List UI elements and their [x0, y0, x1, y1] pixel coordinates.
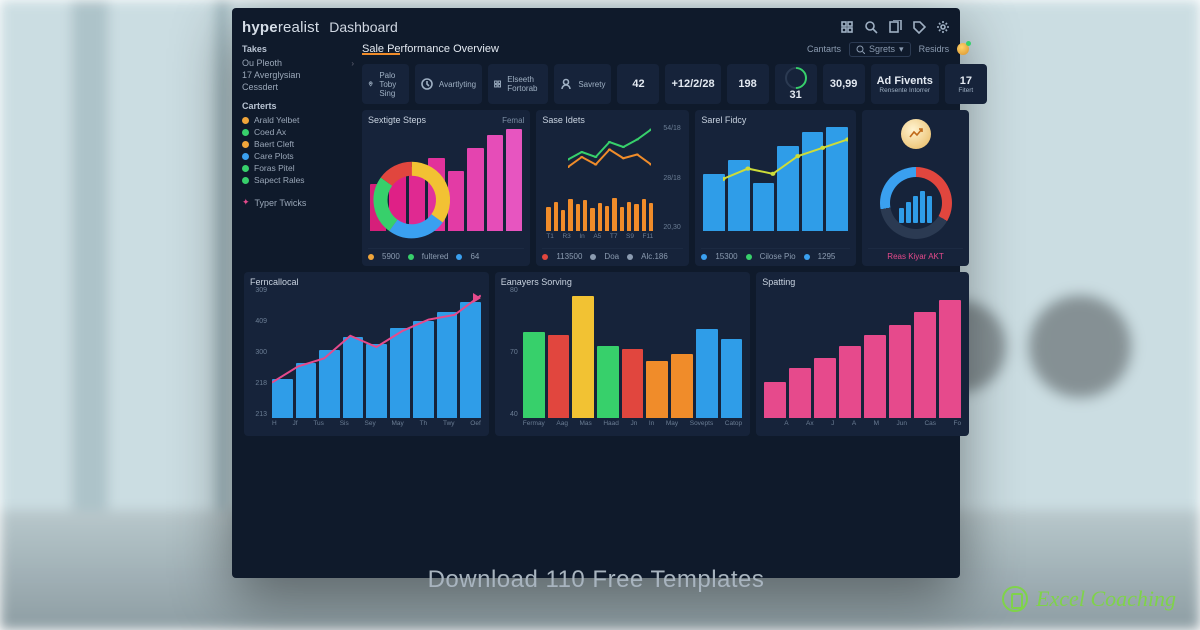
- legend-dot-icon: [242, 177, 249, 184]
- chart-pinkbars: AAxJAMJunCasFo: [762, 287, 963, 432]
- sidebar-item[interactable]: Ou Pleoth›: [242, 57, 354, 69]
- legend-item[interactable]: Sapect Rales: [242, 174, 354, 186]
- panel-footer: Reas Kiyar AKT: [868, 248, 963, 262]
- legend-item[interactable]: Baert Cleft: [242, 138, 354, 150]
- top-icon-group: [840, 20, 950, 34]
- brand-prefix: hype: [242, 19, 278, 36]
- panel-footer: 113500DoaAlc.186: [542, 248, 683, 262]
- legend-dot-icon: [242, 153, 249, 160]
- panel-ferncallocal: Ferncallocal 309409300218213HJfTusSisSey…: [244, 272, 489, 436]
- legend-item[interactable]: Coed Ax: [242, 126, 354, 138]
- legend-dot-icon: [242, 117, 249, 124]
- dot-icon: [804, 254, 810, 260]
- main-pane: Sale Performance Overview Cantarts Sgret…: [362, 40, 969, 570]
- panel-gauge: Reas Kiyar AKT: [862, 110, 969, 266]
- sidebar-section-legend: Carterts Arald YelbetCoed AxBaert CleftC…: [242, 97, 354, 186]
- search-icon: [856, 45, 865, 54]
- chevron-right-icon: ›: [351, 59, 354, 68]
- dot-icon: [627, 254, 633, 260]
- search-pill[interactable]: Sgrets ▾: [849, 42, 911, 57]
- panel-footer: 15300Cilose Pio1295: [701, 248, 850, 262]
- sidebar-section-takes: Takes Ou Pleoth› 17 Averglysian Cessdert: [242, 40, 354, 93]
- badge-icon: [901, 119, 931, 149]
- chart-bars-donut: [368, 125, 524, 245]
- dot-icon: [701, 254, 707, 260]
- chart-combo: [701, 125, 850, 245]
- download-banner[interactable]: Download 110 Free Templates: [232, 566, 960, 594]
- sub-header: Sale Performance Overview Cantarts Sgret…: [362, 40, 969, 58]
- sidebar-footer-item[interactable]: ✦ Typer Twicks: [242, 196, 354, 209]
- kpi-card[interactable]: 42: [617, 64, 659, 104]
- copy-icon[interactable]: [888, 20, 902, 34]
- settings-icon[interactable]: [936, 20, 950, 34]
- top-bar: hyperealist Dashboard: [242, 14, 950, 40]
- legend-item[interactable]: Foras Pitel: [242, 162, 354, 174]
- sidebar-item[interactable]: Cessdert: [242, 81, 354, 93]
- pin-icon: [368, 78, 373, 90]
- kpi-card[interactable]: Avartlyting: [415, 64, 482, 104]
- legend-item[interactable]: Arald Yelbet: [242, 114, 354, 126]
- user-icon: [560, 78, 572, 90]
- sidebar-heading: Takes: [242, 44, 354, 54]
- legend-dot-icon: [242, 129, 249, 136]
- panel-sase-idets: Sase Idets 54/1828/1820,30T1R3InA5T7S9F1…: [536, 110, 689, 266]
- dot-icon: [590, 254, 596, 260]
- header-link[interactable]: Residrs: [919, 44, 950, 54]
- panel-sextigte-steps: Sextigte StepsFemal 5900fultered64: [362, 110, 530, 266]
- kpi-card[interactable]: 17Fitert: [945, 64, 987, 104]
- arrow-icon: [473, 293, 481, 303]
- kpi-card[interactable]: Savrety: [554, 64, 611, 104]
- page-title: Dashboard: [329, 19, 398, 35]
- panel-sarel-fidcy: Sarel Fidcy 15300Cilose Pio1295: [695, 110, 856, 266]
- kpi-card[interactable]: Palo Toby Sing: [362, 64, 409, 104]
- chart-gauge: [868, 115, 963, 245]
- brand-logo: hyperealist: [242, 19, 319, 36]
- panel-eanayers: Eanayers Sorving 807040FermayAagMasHaadJ…: [495, 272, 750, 436]
- kpi-card[interactable]: 30,99: [823, 64, 865, 104]
- kpi-card[interactable]: 198: [727, 64, 769, 104]
- brand-suffix: realist: [278, 19, 319, 36]
- chart-lines: 54/1828/1820,30T1R3InA5T7S9F11: [542, 125, 683, 245]
- chart-row-bottom: Ferncallocal 309409300218213HJfTusSisSey…: [244, 272, 969, 436]
- gauge-icon: [780, 62, 811, 93]
- legend-dot-icon: [242, 165, 249, 172]
- sidebar-heading: Carterts: [242, 101, 354, 111]
- kpi-card[interactable]: Elseeth Fortorab: [488, 64, 548, 104]
- dot-icon: [746, 254, 752, 260]
- chart-multibar: 807040FermayAagMasHaadJnInMaySoveptsCato…: [501, 287, 744, 432]
- search-icon[interactable]: [864, 20, 878, 34]
- chevron-down-icon: ▾: [899, 44, 904, 55]
- chart-row-top: Sextigte StepsFemal 5900fultered64 Sase …: [362, 110, 969, 266]
- excel-coaching-brand[interactable]: Excel Coaching: [1002, 586, 1176, 612]
- kpi-card[interactable]: Ad FiventsRensente Intorrer: [871, 64, 939, 104]
- kpi-card[interactable]: 31: [775, 64, 817, 104]
- tag-icon[interactable]: [912, 20, 926, 34]
- clock-icon: [421, 78, 433, 90]
- subtitle-wrap: Sale Performance Overview: [362, 43, 499, 55]
- notification-bell-icon[interactable]: [957, 43, 969, 55]
- kpi-strip: Palo Toby SingAvartlytingElseeth Fortora…: [362, 64, 969, 104]
- apps-icon[interactable]: [840, 20, 854, 34]
- sidebar-item[interactable]: 17 Averglysian: [242, 69, 354, 81]
- grid-icon: [494, 78, 501, 90]
- kpi-card[interactable]: +12/2/28: [665, 64, 720, 104]
- legend-item[interactable]: Care Plots: [242, 150, 354, 162]
- legend-dot-icon: [242, 141, 249, 148]
- panel-spatting: Spatting AAxJAMJunCasFo: [756, 272, 969, 436]
- dot-icon: [542, 254, 548, 260]
- chart-trend: 309409300218213HJfTusSisSeyMayThTwyOef: [250, 287, 483, 432]
- dashboard-window: hyperealist Dashboard Takes Ou Pleoth› 1…: [232, 8, 960, 578]
- subtitle: Sale Performance Overview: [362, 43, 499, 55]
- header-link[interactable]: Cantarts: [807, 44, 841, 54]
- excel-coaching-logo-icon: [1002, 586, 1028, 612]
- sparkle-icon: ✦: [242, 197, 250, 208]
